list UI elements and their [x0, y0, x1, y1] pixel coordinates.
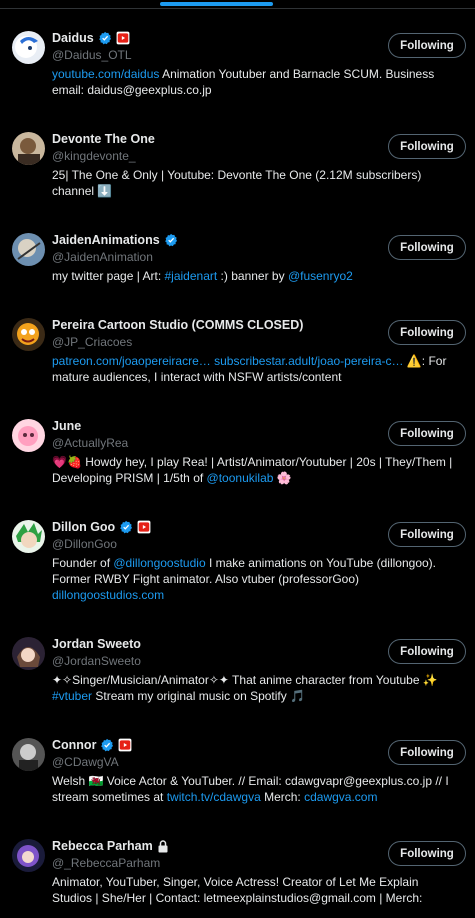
- display-name[interactable]: JaidenAnimations: [52, 233, 160, 247]
- following-button[interactable]: Following: [388, 639, 466, 664]
- bio-link[interactable]: #vtuber: [52, 689, 92, 703]
- following-list: Daidus @Daidus_OTL youtube.com/daidus Anim…: [0, 9, 475, 918]
- avatar[interactable]: [12, 839, 45, 872]
- user-cell[interactable]: Pereira Cartoon Studio (COMMS CLOSED) @JP…: [0, 296, 475, 397]
- tab-stub: [60, 0, 100, 4]
- youtube-affiliate-icon: [137, 520, 151, 534]
- tab-bar: [0, 0, 475, 9]
- bio-text: 🌸: [273, 471, 292, 485]
- following-button[interactable]: Following: [388, 841, 466, 866]
- user-cell[interactable]: Jordan Sweeto @JordanSweeto ✦✧Singer/Music…: [0, 615, 475, 716]
- following-button[interactable]: Following: [388, 740, 466, 765]
- following-button[interactable]: Following: [388, 320, 466, 345]
- bio-link[interactable]: twitch.tv/cdawgva: [167, 790, 261, 804]
- following-button[interactable]: Following: [388, 33, 466, 58]
- user-bio: 25| The One & Only | Youtube: Devonte Th…: [52, 167, 463, 199]
- bio-link[interactable]: subscribestar.adult/joao-pereira-c…: [214, 354, 403, 368]
- youtube-affiliate-icon: [116, 31, 130, 45]
- avatar[interactable]: [12, 419, 45, 452]
- bio-text: Founder of: [52, 556, 114, 570]
- verified-badge-icon: [164, 233, 178, 247]
- bio-text: my twitter page | Art:: [52, 269, 165, 283]
- following-button[interactable]: Following: [388, 235, 466, 260]
- following-button[interactable]: Following: [388, 421, 466, 446]
- active-tab-indicator: [160, 2, 273, 6]
- user-bio: ✦✧Singer/Musician/Animator✧✦ That anime …: [52, 672, 463, 704]
- display-name[interactable]: Jordan Sweeto: [52, 637, 141, 651]
- avatar[interactable]: [12, 738, 45, 771]
- bio-link[interactable]: cdawgva.com: [304, 790, 377, 804]
- user-bio: Founder of @dillongoostudio I make anima…: [52, 555, 463, 603]
- bio-link[interactable]: @dillongoostudio: [113, 556, 205, 570]
- user-cell[interactable]: Connor @CDawgVA Welsh 🏴󠁧󠁢󠁷󠁬󠁳󠁿 Voice Actor …: [0, 716, 475, 817]
- user-cell[interactable]: Devonte The One @kingdevonte_ 25| The One …: [0, 110, 475, 211]
- bio-text: Stream my original music on Spotify 🎵: [92, 689, 306, 703]
- bio-link[interactable]: youtube.com/daidus: [52, 67, 159, 81]
- verified-badge-icon: [98, 31, 112, 45]
- bio-link[interactable]: @toonukilab: [207, 471, 274, 485]
- lock-icon: [157, 839, 169, 853]
- user-cell[interactable]: June @ActuallyRea 💗🍓 Howdy hey, I play Rea…: [0, 397, 475, 498]
- bio-text: ✦✧Singer/Musician/Animator✧✦ That anime …: [52, 673, 438, 687]
- verified-badge-icon: [100, 738, 114, 752]
- user-cell[interactable]: Daidus @Daidus_OTL youtube.com/daidus Anim…: [0, 9, 475, 110]
- youtube-affiliate-icon: [118, 738, 132, 752]
- user-bio: patreon.com/joaopereiracre… subscribesta…: [52, 353, 463, 385]
- user-cell[interactable]: Rebecca Parham @_RebeccaParham Animator, Y…: [0, 817, 475, 918]
- display-name[interactable]: Daidus: [52, 31, 94, 45]
- display-name[interactable]: Rebecca Parham: [52, 839, 153, 853]
- user-bio: youtube.com/daidus Animation Youtuber an…: [52, 66, 463, 98]
- user-bio: Animator, YouTuber, Singer, Voice Actres…: [52, 874, 463, 906]
- display-name[interactable]: June: [52, 419, 81, 433]
- display-name[interactable]: Connor: [52, 738, 96, 752]
- following-button[interactable]: Following: [388, 522, 466, 547]
- following-button[interactable]: Following: [388, 134, 466, 159]
- bio-link[interactable]: dillongoostudios.com: [52, 588, 164, 602]
- display-name[interactable]: Dillon Goo: [52, 520, 115, 534]
- user-cell[interactable]: JaidenAnimations @JaidenAnimation my twitt…: [0, 211, 475, 296]
- bio-link[interactable]: patreon.com/joaopereiracre…: [52, 354, 211, 368]
- verified-badge-icon: [119, 520, 133, 534]
- bio-text: Merch:: [260, 790, 305, 804]
- avatar[interactable]: [12, 318, 45, 351]
- bio-link[interactable]: #jaidenart: [165, 269, 218, 283]
- user-cell[interactable]: Dillon Goo @DillonGoo Founder of @dillongo…: [0, 498, 475, 615]
- bio-text: Animator, YouTuber, Singer, Voice Actres…: [52, 875, 423, 905]
- avatar[interactable]: [12, 132, 45, 165]
- avatar[interactable]: [12, 520, 45, 553]
- bio-text: :) banner by: [217, 269, 288, 283]
- user-bio: my twitter page | Art: #jaidenart :) ban…: [52, 268, 463, 284]
- bio-link[interactable]: @fusenryo2: [288, 269, 353, 283]
- display-name[interactable]: Devonte The One: [52, 132, 155, 146]
- avatar[interactable]: [12, 31, 45, 64]
- display-name[interactable]: Pereira Cartoon Studio (COMMS CLOSED): [52, 318, 303, 332]
- user-bio: Welsh 🏴󠁧󠁢󠁷󠁬󠁳󠁿 Voice Actor & YouTuber. //…: [52, 773, 463, 805]
- bio-text: ⬇️: [97, 184, 113, 198]
- user-bio: 💗🍓 Howdy hey, I play Rea! | Artist/Anima…: [52, 454, 463, 486]
- avatar[interactable]: [12, 637, 45, 670]
- avatar[interactable]: [12, 233, 45, 266]
